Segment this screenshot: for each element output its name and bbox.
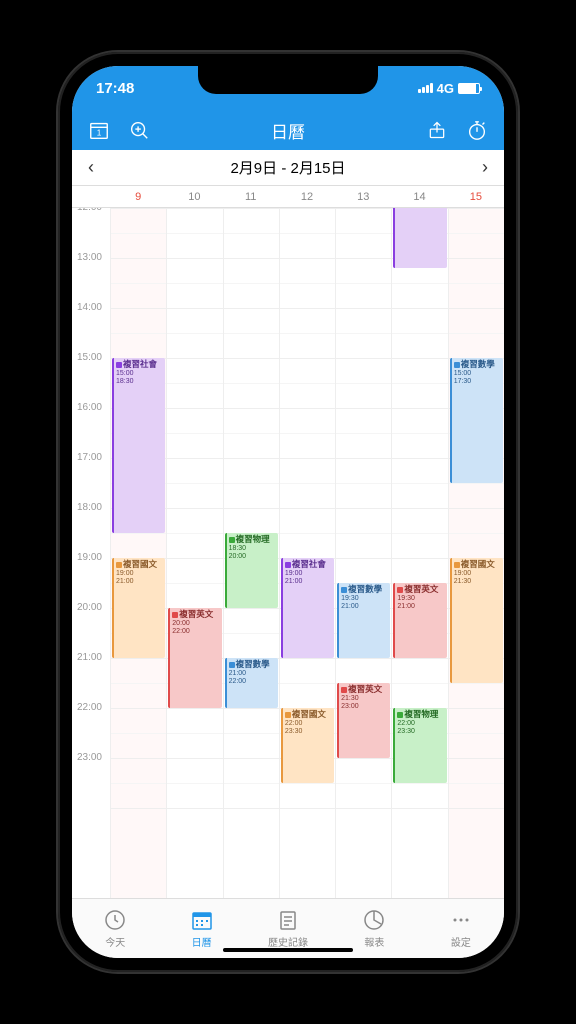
hour-label: 20:00 [72,608,106,658]
event-block[interactable]: 複習數學19:3021:00 [337,583,390,658]
hour-label: 12:00 [72,208,106,258]
zoom-in-icon[interactable] [128,119,150,141]
calendar-icon [190,908,214,932]
share-icon[interactable] [426,119,448,141]
calendar-grid[interactable]: 複習社會15:0018:30 複習國文19:0021:00複習英文20:0022:… [110,208,504,898]
hour-label: 18:00 [72,508,106,558]
event-block[interactable]: 複習數學15:0017:30 [450,358,503,483]
event-block[interactable]: 複習英文20:0022:00 [168,608,221,708]
event-block[interactable]: 複習英文21:3023:00 [337,683,390,758]
tab-label: 今天 [105,934,125,949]
day-column[interactable]: 複習社會19:0021:00 複習國文22:0023:30 [279,208,335,898]
day-header-15[interactable]: 15 [448,186,504,207]
day-header-14[interactable]: 14 [391,186,447,207]
battery-icon [458,83,480,94]
event-block[interactable]: 複習國文22:0023:30 [281,708,334,783]
page-title: 日曆 [271,118,305,143]
next-week-button[interactable]: › [478,153,492,182]
date-range: 2月9日 - 2月15日 [230,157,345,178]
event-block[interactable]: 複習社會19:0021:00 [281,558,334,658]
time-gutter: 12:0013:0014:0015:0016:0017:0018:0019:00… [72,208,110,898]
day-header-13[interactable]: 13 [335,186,391,207]
day-header: 9101112131415 [72,186,504,208]
note-icon [276,908,300,932]
day-header-11[interactable]: 11 [223,186,279,207]
event-block[interactable]: 複習國文19:0021:00 [112,558,165,658]
nav-bar: 1 日曆 [72,110,504,150]
status-time: 17:48 [96,80,134,97]
day-header-12[interactable]: 12 [279,186,335,207]
day-column[interactable]: 複習社會15:0018:30 複習國文19:0021:00 [110,208,166,898]
stopwatch-icon[interactable] [466,119,488,141]
day-column[interactable]: 複習英文19:3021:00 複習物理22:0023:30 [391,208,447,898]
pie-icon [362,908,386,932]
event-block[interactable]: 複習物理18:3020:00 [225,533,278,608]
hour-label: 19:00 [72,558,106,608]
tab-label: 設定 [451,934,471,949]
hour-label: 22:00 [72,708,106,758]
hour-label: 21:00 [72,658,106,708]
event-block[interactable]: 複習物理22:0023:30 [393,708,446,783]
calendar-body[interactable]: 12:0013:0014:0015:0016:0017:0018:0019:00… [72,208,504,898]
event-block[interactable]: 複習國文19:0021:30 [450,558,503,683]
tab-label: 日曆 [192,934,212,949]
hour-label: 14:00 [72,308,106,358]
tab-clock[interactable]: 今天 [72,899,158,958]
tab-dots[interactable]: 設定 [418,899,504,958]
day-header-9[interactable]: 9 [110,186,166,207]
event-block[interactable] [393,208,446,268]
day-column[interactable]: 複習英文20:0022:00 [166,208,222,898]
event-block[interactable]: 複習英文19:3021:00 [393,583,446,658]
tab-label: 歷史記錄 [268,934,308,949]
hour-label: 16:00 [72,408,106,458]
week-header: ‹ 2月9日 - 2月15日 › [72,150,504,186]
event-block[interactable]: 複習數學21:0022:00 [225,658,278,708]
clock-icon [103,908,127,932]
hour-label: 15:00 [72,358,106,408]
hour-label: 23:00 [72,758,106,808]
signal-icon [418,83,433,93]
event-block[interactable]: 複習社會15:0018:30 [112,358,165,533]
day-header-10[interactable]: 10 [166,186,222,207]
home-indicator[interactable] [223,948,353,952]
prev-week-button[interactable]: ‹ [84,153,98,182]
calendar-today-icon[interactable]: 1 [88,119,110,141]
day-column[interactable]: 複習數學15:0017:30 複習國文19:0021:30 [448,208,504,898]
hour-label: 17:00 [72,458,106,508]
tab-label: 報表 [364,934,384,949]
hour-label: 13:00 [72,258,106,308]
dots-icon [449,908,473,932]
day-column[interactable]: 複習物理18:3020:00 複習數學21:0022:00 [223,208,279,898]
day-column[interactable]: 複習數學19:3021:00 複習英文21:3023:00 [335,208,391,898]
network-label: 4G [437,81,454,96]
svg-text:1: 1 [97,129,102,138]
